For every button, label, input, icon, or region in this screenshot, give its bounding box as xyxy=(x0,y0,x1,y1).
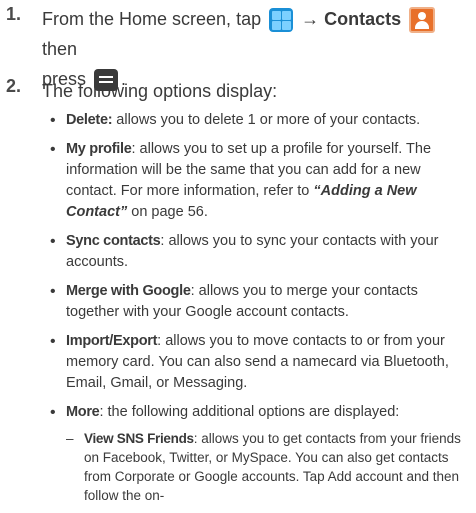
option-term: View SNS Friends xyxy=(84,431,194,446)
step-text: The following options display: xyxy=(42,81,278,101)
option-desc: allows you to delete 1 or more of your c… xyxy=(112,112,421,128)
option-term: My profile xyxy=(66,141,132,157)
list-item: Import/Export: allows you to move contac… xyxy=(48,331,470,394)
list-item: Sync contacts: allows you to sync your c… xyxy=(48,231,470,273)
step-1: 1. From the Home screen, tap → Contacts … xyxy=(0,4,476,92)
list-item: Delete: allows you to delete 1 or more o… xyxy=(48,110,470,131)
list-item: More: the following additional options a… xyxy=(48,402,470,505)
option-term: Delete: xyxy=(66,112,113,128)
option-term: Merge with Google xyxy=(66,283,191,299)
arrow-glyph: → xyxy=(296,9,325,29)
option-term: Import/Export xyxy=(66,333,158,349)
sub-options-list: View SNS Friends: allows you to get cont… xyxy=(66,429,470,505)
contacts-app-icon xyxy=(409,7,436,34)
option-term: More xyxy=(66,404,100,420)
step-number: 2. xyxy=(6,76,22,96)
step-2: 2. The following options display: xyxy=(0,76,476,106)
option-desc: on page 56. xyxy=(127,204,208,220)
list-item: Merge with Google: allows you to merge y… xyxy=(48,281,470,323)
apps-grid-icon xyxy=(269,8,294,33)
list-item: My profile: allows you to set up a profi… xyxy=(48,139,470,223)
option-term: Sync contacts xyxy=(66,233,161,249)
option-desc: : the following additional options are d… xyxy=(99,404,400,420)
list-item: View SNS Friends: allows you to get cont… xyxy=(66,429,470,505)
manual-page: 1. From the Home screen, tap → Contacts … xyxy=(0,0,476,504)
options-list: Delete: allows you to delete 1 or more o… xyxy=(48,110,470,513)
step-number: 1. xyxy=(6,4,22,24)
step-text-part: then xyxy=(42,39,78,59)
step-text-part: From the Home screen, tap xyxy=(42,9,267,29)
contacts-label: Contacts xyxy=(324,9,402,29)
